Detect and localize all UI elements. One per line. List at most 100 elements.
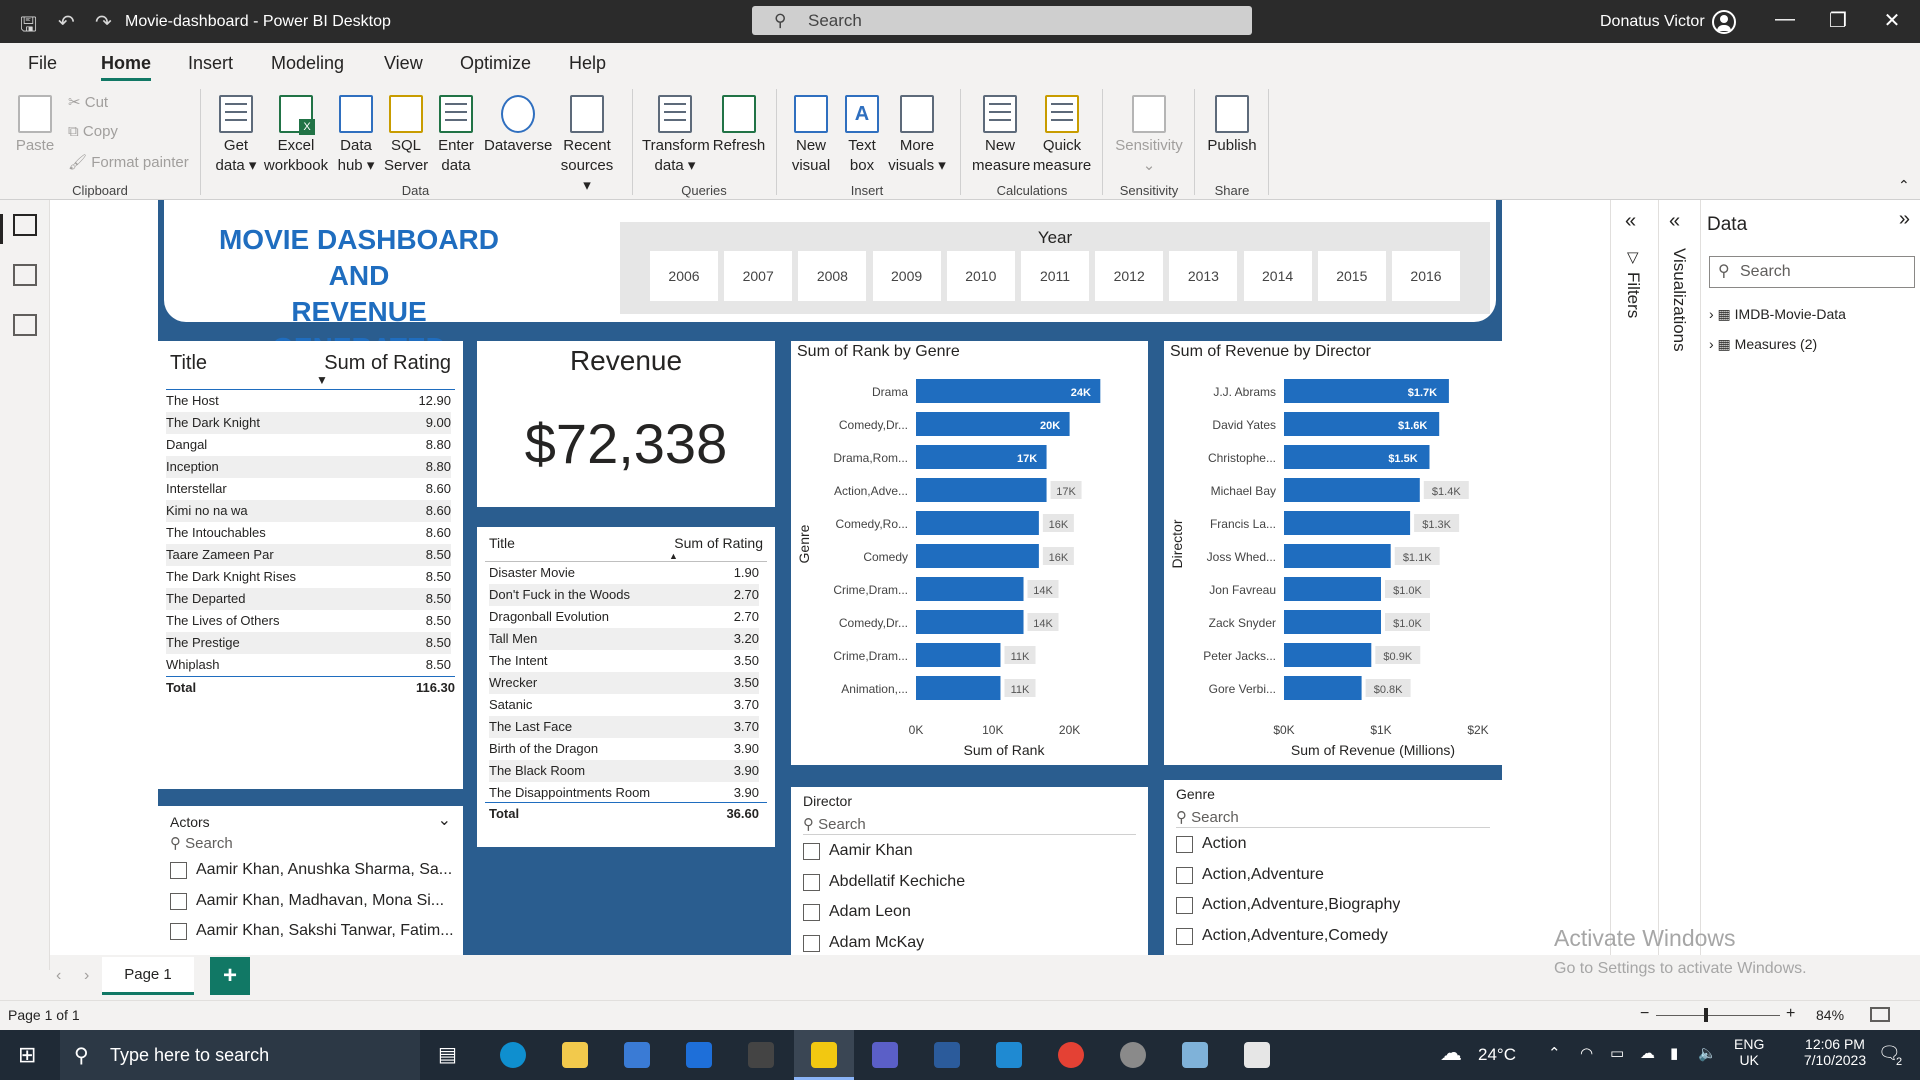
revenue-by-director-chart[interactable]: Sum of Revenue by Director J.J. Abrams $1… <box>1164 341 1502 765</box>
menu-insert[interactable]: Insert <box>188 53 233 74</box>
publish-button[interactable]: Publish <box>1204 95 1260 156</box>
slicer-search-input[interactable]: ⚲ Search <box>803 815 866 833</box>
language-indicator[interactable]: ENG UK <box>1734 1036 1764 1068</box>
fit-to-page-icon[interactable] <box>1870 1007 1890 1022</box>
windows-start-icon[interactable]: ⊞ <box>18 1042 36 1068</box>
table-row[interactable]: Taare Zameen Par 8.50 <box>166 544 451 566</box>
transform-data-button[interactable]: Transform data ▾ <box>642 95 710 176</box>
data-search-input[interactable]: ⚲ Search <box>1709 256 1915 288</box>
menu-home[interactable]: Home <box>101 53 152 81</box>
slicer-checkbox-item[interactable]: Action,Adventure,Biography <box>1176 893 1400 917</box>
slicer-checkbox-item[interactable]: Abdellatif Kechiche <box>803 870 965 894</box>
zoom-out-button[interactable]: − <box>1640 1005 1649 1023</box>
year-chip[interactable]: 2009 <box>872 251 941 301</box>
app-icon[interactable] <box>934 1042 960 1068</box>
menu-optimize[interactable]: Optimize <box>460 53 531 74</box>
table-row[interactable]: Wrecker 3.50 <box>489 672 759 694</box>
refresh-button[interactable]: Refresh <box>712 95 766 156</box>
paste-button[interactable]: Paste <box>12 95 58 156</box>
slicer-checkbox-item[interactable]: Aamir Khan <box>803 839 913 863</box>
table-row[interactable]: The Intent 3.50 <box>489 650 759 672</box>
close-button[interactable]: ✕ <box>1872 8 1912 33</box>
task-view-icon[interactable]: ▤ <box>438 1042 457 1067</box>
tab-page-1[interactable]: Page 1 <box>102 957 194 995</box>
report-view-icon[interactable] <box>13 214 37 236</box>
table-row[interactable]: Disaster Movie 1.90 <box>489 562 759 584</box>
add-page-button[interactable]: + <box>210 957 250 995</box>
table-row[interactable]: Don't Fuck in the Woods 2.70 <box>489 584 759 606</box>
store-icon[interactable] <box>624 1042 650 1068</box>
column-header-title[interactable]: Title <box>489 535 515 551</box>
visualizations-label[interactable]: Visualizations <box>1669 248 1689 352</box>
table-row[interactable]: The Lives of Others 8.50 <box>166 610 451 632</box>
table-row[interactable]: The Disappointments Room 3.90 <box>489 782 759 804</box>
slicer-checkbox-item[interactable]: Aamir Khan, Madhavan, Mona Si... <box>170 889 444 913</box>
weather-temp[interactable]: 24°C <box>1478 1045 1516 1065</box>
slicer-checkbox-item[interactable]: Aamir Khan, Anushka Sharma, Sa... <box>170 858 452 882</box>
search-input[interactable]: ⚲ Search <box>752 6 1252 35</box>
filters-label[interactable]: Filters <box>1623 272 1643 318</box>
data-hub-button[interactable]: Data hub ▾ <box>334 95 378 176</box>
expand-filters-icon[interactable]: « <box>1625 210 1636 233</box>
year-chip[interactable]: 2012 <box>1095 251 1164 301</box>
copy-button[interactable]: ⧉ Copy <box>68 123 118 140</box>
save-icon[interactable]: 🖫 <box>20 10 37 44</box>
table-row[interactable]: Dragonball Evolution 2.70 <box>489 606 759 628</box>
menu-help[interactable]: Help <box>569 53 606 74</box>
app-icon[interactable] <box>1182 1042 1208 1068</box>
model-view-icon[interactable] <box>13 314 37 336</box>
clock[interactable]: 12:06 PM 7/10/2023 <box>1790 1036 1880 1068</box>
table-row[interactable]: The Last Face 3.70 <box>489 716 759 738</box>
expand-visualizations-icon[interactable]: « <box>1669 210 1680 233</box>
mail-icon[interactable] <box>686 1042 712 1068</box>
table-row[interactable]: The Dark Knight Rises 8.50 <box>166 566 451 588</box>
sql-server-button[interactable]: SQL Server <box>384 95 428 176</box>
zoom-slider-thumb[interactable] <box>1704 1008 1708 1022</box>
menu-modeling[interactable]: Modeling <box>271 53 344 74</box>
speaker-icon[interactable]: 🔈 <box>1698 1044 1717 1062</box>
new-measure-button[interactable]: New measure <box>972 95 1030 176</box>
slicer-checkbox-item[interactable]: Action,Adventure,Comedy <box>1176 924 1388 948</box>
battery-level-icon[interactable]: ▮ <box>1670 1044 1678 1062</box>
restore-button[interactable]: ❐ <box>1818 8 1858 33</box>
column-header-title[interactable]: Title <box>170 352 207 375</box>
settings-icon[interactable] <box>1120 1042 1146 1068</box>
chevron-down-icon[interactable]: ⌄ <box>438 810 451 830</box>
year-chip[interactable]: 2014 <box>1243 251 1312 301</box>
scroll-left-icon[interactable]: ‹ <box>56 967 61 985</box>
year-chip[interactable]: 2015 <box>1317 251 1386 301</box>
terminal-icon[interactable] <box>748 1042 774 1068</box>
table-row[interactable]: Satanic 3.70 <box>489 694 759 716</box>
user-name[interactable]: Donatus Victor <box>1600 13 1705 31</box>
edge-icon[interactable] <box>500 1042 526 1068</box>
year-chip[interactable]: 2010 <box>946 251 1015 301</box>
year-chip[interactable]: 2007 <box>724 251 793 301</box>
slicer-checkbox-item[interactable]: Action,Adventure <box>1176 863 1324 887</box>
teams-icon[interactable] <box>872 1042 898 1068</box>
collapse-data-pane-icon[interactable]: » <box>1899 208 1910 231</box>
cloud-icon[interactable]: ☁ <box>1640 1044 1655 1062</box>
battery-icon[interactable]: ▭ <box>1610 1044 1624 1062</box>
table-row[interactable]: Whiplash 8.50 <box>166 654 451 676</box>
slicer-checkbox-item[interactable]: Adam McKay <box>803 931 924 955</box>
year-chip[interactable]: 2013 <box>1169 251 1238 301</box>
slicer-search-input[interactable]: ⚲ Search <box>1176 808 1239 826</box>
table-row[interactable]: The Departed 8.50 <box>166 588 451 610</box>
chrome-icon[interactable] <box>1058 1042 1084 1068</box>
year-chip[interactable]: 2011 <box>1021 251 1089 301</box>
table-row[interactable]: Interstellar 8.60 <box>166 478 451 500</box>
rank-by-genre-chart[interactable]: Sum of Rank by Genre Drama 24K Comedy,Dr..… <box>791 341 1148 765</box>
table-row[interactable]: Dangal 8.80 <box>166 434 451 456</box>
menu-view[interactable]: View <box>384 53 423 74</box>
zoom-slider[interactable] <box>1656 1015 1780 1016</box>
excel-workbook-button[interactable]: X Excel workbook <box>262 95 330 176</box>
cut-button[interactable]: ✂ Cut <box>68 93 108 111</box>
power-bi-taskbar-button[interactable] <box>794 1030 854 1080</box>
sensitivity-button[interactable]: Sensitivity ⌄ <box>1112 95 1186 176</box>
new-visual-button[interactable]: New visual <box>788 95 834 176</box>
file-explorer-icon[interactable] <box>562 1042 588 1068</box>
enter-data-button[interactable]: Enter data <box>434 95 478 176</box>
tray-chevron-icon[interactable]: ⌃ <box>1548 1044 1561 1062</box>
slicer-checkbox-item[interactable]: Aamir Khan, Sakshi Tanwar, Fatim... <box>170 919 454 943</box>
slicer-search-input[interactable]: ⚲ Search <box>170 834 233 852</box>
